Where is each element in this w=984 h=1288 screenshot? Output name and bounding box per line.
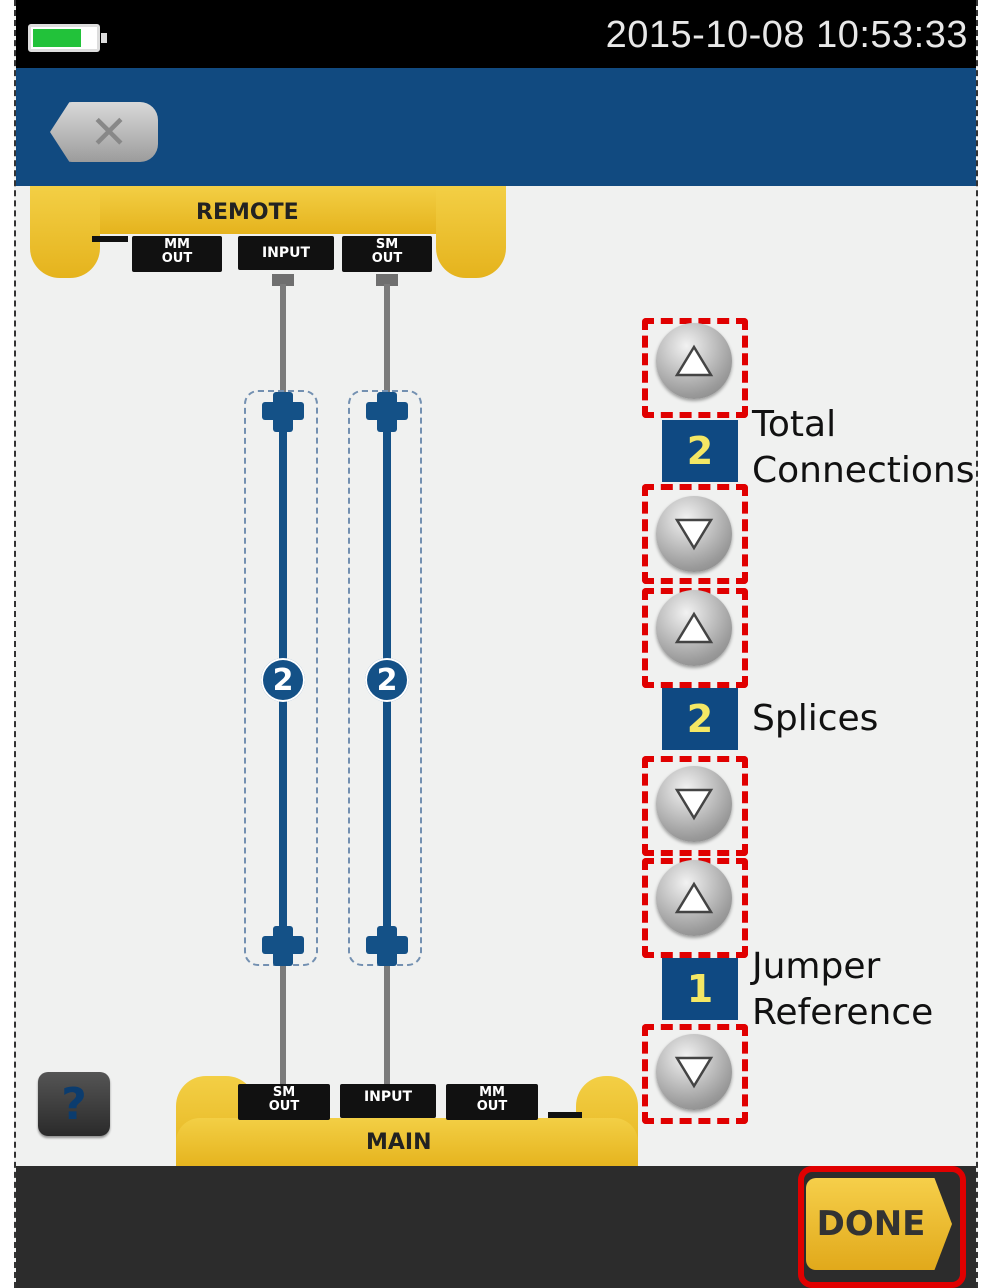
triangle-down-icon — [674, 1056, 714, 1089]
splices-value: 2 — [662, 688, 738, 750]
triangle-up-icon — [674, 611, 714, 644]
splice-count-badge: 2 — [261, 658, 305, 702]
connector-icon — [366, 926, 408, 966]
main-port-sm-out: SM OUT — [238, 1084, 330, 1120]
total-connections-label: Total Connections — [752, 404, 975, 491]
main-port-mm-out: MM OUT — [446, 1084, 538, 1120]
help-button[interactable]: ? — [38, 1072, 110, 1136]
connector-icon — [262, 926, 304, 966]
remote-port-sm-out: SM OUT — [342, 236, 432, 272]
device-screen: 2015-10-08 10:53:33 ✕ REMOTE MM OUT INPU… — [14, 0, 978, 1288]
total-connections-down-button[interactable] — [656, 496, 732, 572]
jumper-reference-label: Jumper Reference — [752, 946, 934, 1033]
triangle-down-icon — [674, 788, 714, 821]
splice-count-badge: 2 — [365, 658, 409, 702]
remote-label: REMOTE — [196, 200, 299, 225]
splices-down-button[interactable] — [656, 766, 732, 842]
main-label: MAIN — [366, 1130, 432, 1155]
remote-port-input: INPUT — [238, 236, 334, 270]
close-button[interactable]: ✕ — [50, 102, 158, 162]
connector-icon — [262, 392, 304, 432]
help-icon: ? — [61, 1078, 87, 1130]
jumper-reference-value: 1 — [662, 958, 738, 1020]
title-bar: ✕ — [16, 68, 976, 186]
connector-icon — [366, 392, 408, 432]
status-bar: 2015-10-08 10:53:33 — [16, 0, 976, 68]
jumper-reference-down-button[interactable] — [656, 1034, 732, 1110]
splices-label: Splices — [752, 698, 879, 739]
triangle-down-icon — [674, 518, 714, 551]
battery-icon — [28, 24, 107, 52]
splices-up-button[interactable] — [656, 590, 732, 666]
triangle-up-icon — [674, 881, 714, 914]
jumper-reference-up-button[interactable] — [656, 860, 732, 936]
close-icon: ✕ — [89, 105, 129, 159]
total-connections-value: 2 — [662, 420, 738, 482]
total-connections-up-button[interactable] — [656, 323, 732, 399]
done-highlight-box — [798, 1166, 966, 1288]
remote-port-mm-out: MM OUT — [132, 236, 222, 272]
status-datetime: 2015-10-08 10:53:33 — [605, 14, 968, 56]
main-port-input: INPUT — [340, 1084, 436, 1118]
triangle-up-icon — [674, 344, 714, 377]
